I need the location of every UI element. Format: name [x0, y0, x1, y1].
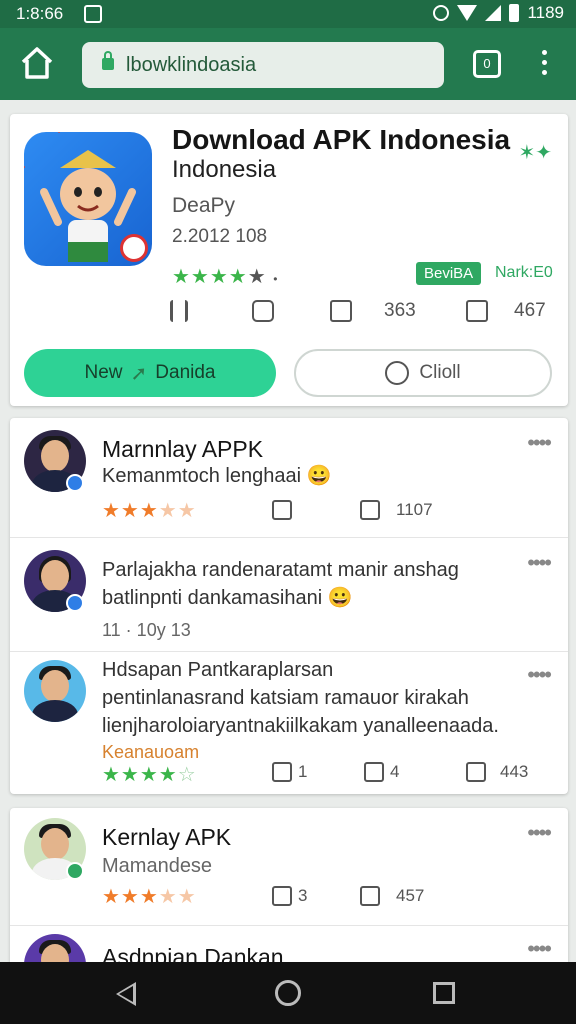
review-share-count: 4: [390, 762, 400, 781]
review-reply-button[interactable]: [272, 500, 292, 520]
like-count: 467: [514, 300, 546, 321]
verified-icon: [66, 474, 84, 492]
app-tag: BeviBA: [416, 262, 482, 285]
avatar: [24, 660, 86, 722]
review-like-button[interactable]: 457: [360, 886, 424, 906]
app-title: Download APK Indonesia: [172, 124, 511, 155]
lock-icon: [102, 51, 114, 70]
reply-icon: [272, 762, 292, 782]
app-badge-icon: [120, 234, 148, 262]
stats-icon: [170, 300, 188, 322]
new-download-button[interactable]: New ➚ Danida: [24, 349, 276, 397]
app-card: Download APK Indonesia Indonesia DeaPy 2…: [10, 114, 568, 406]
like-icon: [466, 762, 486, 782]
review-item[interactable]: Parlajakha randenaratamt manir anshag ba…: [10, 538, 568, 652]
reviews-card: Kernlay APK Mamandese •••• ★★★★★ 3 457 A…: [10, 808, 568, 968]
app-rating-stars: ★★★★★ •: [172, 266, 279, 288]
review-item[interactable]: Hdsapan Pantkaraplarsan pentinlanasrand …: [10, 652, 568, 794]
review-text: Mamandese: [102, 855, 213, 877]
status-bar: 1:8:66 1189: [0, 0, 576, 28]
status-time: 1:8:66: [16, 4, 64, 23]
review-like-button[interactable]: 443: [466, 762, 528, 782]
app-icon: [24, 132, 152, 266]
review-meta: 11 · 10y 13: [102, 620, 191, 640]
battery-icon: [509, 4, 520, 22]
secondary-button[interactable]: Clioll: [294, 349, 552, 397]
review-item[interactable]: Kernlay APK Mamandese •••• ★★★★★ 3 457: [10, 808, 568, 926]
app-action-row: 363 467: [170, 300, 560, 330]
review-text: pentinlanasrand katsiam ramauor kirakah: [102, 687, 469, 709]
review-item[interactable]: Marnnlay APPK Kemanmtoch lenghaai 😀 ••••…: [10, 418, 568, 538]
comment-button[interactable]: [252, 300, 274, 322]
more-horiz-icon[interactable]: ••••: [527, 550, 552, 576]
tabs-button[interactable]: 0: [473, 50, 501, 78]
browser-toolbar: lbowklindoasia 0: [0, 28, 576, 100]
review-reply-count: 1: [298, 762, 308, 781]
home-icon[interactable]: [18, 44, 56, 82]
secondary-button-label: Clioll: [419, 362, 461, 383]
sparkle-icon: ✶✦: [518, 142, 552, 164]
like-icon: [360, 500, 380, 520]
notification-icon: [84, 5, 102, 23]
rocket-icon: ➚: [130, 362, 148, 385]
review-author: Marnnlay APPK: [102, 436, 264, 462]
reviews-card: Marnnlay APPK Kemanmtoch lenghaai 😀 ••••…: [10, 418, 568, 794]
battery-text: 1189: [527, 3, 564, 22]
reply-icon: [272, 500, 292, 520]
more-horiz-icon[interactable]: ••••: [527, 820, 552, 846]
review-text: Parlajakha randenaratamt manir anshag: [102, 559, 459, 581]
reply-icon: [272, 886, 292, 906]
verified-icon: [66, 862, 84, 880]
comment-icon: [252, 300, 274, 322]
alarm-icon: [433, 5, 450, 21]
review-reply-button[interactable]: 3: [272, 886, 307, 906]
share-count: 363: [384, 300, 416, 321]
more-vert-icon[interactable]: [538, 50, 550, 80]
app-developer[interactable]: DeaPy: [172, 194, 235, 218]
like-button[interactable]: 467: [466, 300, 546, 322]
review-stars: ★★★★★: [102, 500, 197, 522]
review-like-button[interactable]: 1107: [360, 500, 433, 520]
status-icons: 1189: [433, 3, 564, 23]
stats-button[interactable]: [170, 300, 188, 322]
signal-icon: [485, 5, 502, 21]
review-reply-button[interactable]: 1: [272, 762, 307, 782]
more-horiz-icon[interactable]: ••••: [527, 430, 552, 456]
clock-icon: [385, 361, 410, 385]
like-icon: [466, 300, 488, 322]
app-tag-extra: Nark:E0: [495, 264, 553, 281]
wifi-icon: [457, 5, 478, 21]
share-icon: [364, 762, 384, 782]
url-bar[interactable]: lbowklindoasia: [82, 42, 444, 88]
review-stars: ★★★★★: [102, 886, 197, 908]
verified-icon: [66, 594, 84, 612]
review-author: Kernlay APK: [102, 824, 232, 850]
system-nav-bar: [0, 962, 576, 1024]
review-like-count: 443: [500, 762, 529, 781]
review-share-button[interactable]: 4: [364, 762, 399, 782]
review-like-count: 457: [396, 886, 425, 905]
review-like-count: 1107: [396, 500, 433, 519]
review-text: batlinpnti dankamasihani 😀: [102, 587, 353, 609]
more-horiz-icon[interactable]: ••••: [527, 662, 552, 688]
app-meta: 2.2012 108: [172, 226, 268, 247]
app-subtitle: Indonesia: [172, 156, 277, 183]
share-button[interactable]: 363: [330, 300, 416, 322]
review-text: Hdsapan Pantkaraplarsan: [102, 659, 334, 681]
review-text: Kemanmtoch lenghaai 😀: [102, 465, 332, 487]
review-reply-count: 3: [298, 886, 308, 905]
review-stars: ★★★★☆: [102, 764, 197, 786]
share-icon: [330, 300, 352, 322]
like-icon: [360, 886, 380, 906]
new-download-label: New: [84, 362, 123, 383]
url-text: lbowklindoasia: [126, 54, 257, 76]
more-horiz-icon[interactable]: ••••: [527, 936, 552, 962]
recents-icon[interactable]: [433, 982, 455, 1004]
review-text: lienjharoloiaryantnakiilkakam yanalleena…: [102, 715, 499, 737]
new-download-label-extra: Danida: [155, 362, 216, 383]
back-icon[interactable]: [116, 982, 136, 1006]
home-circle-icon[interactable]: [275, 980, 301, 1006]
